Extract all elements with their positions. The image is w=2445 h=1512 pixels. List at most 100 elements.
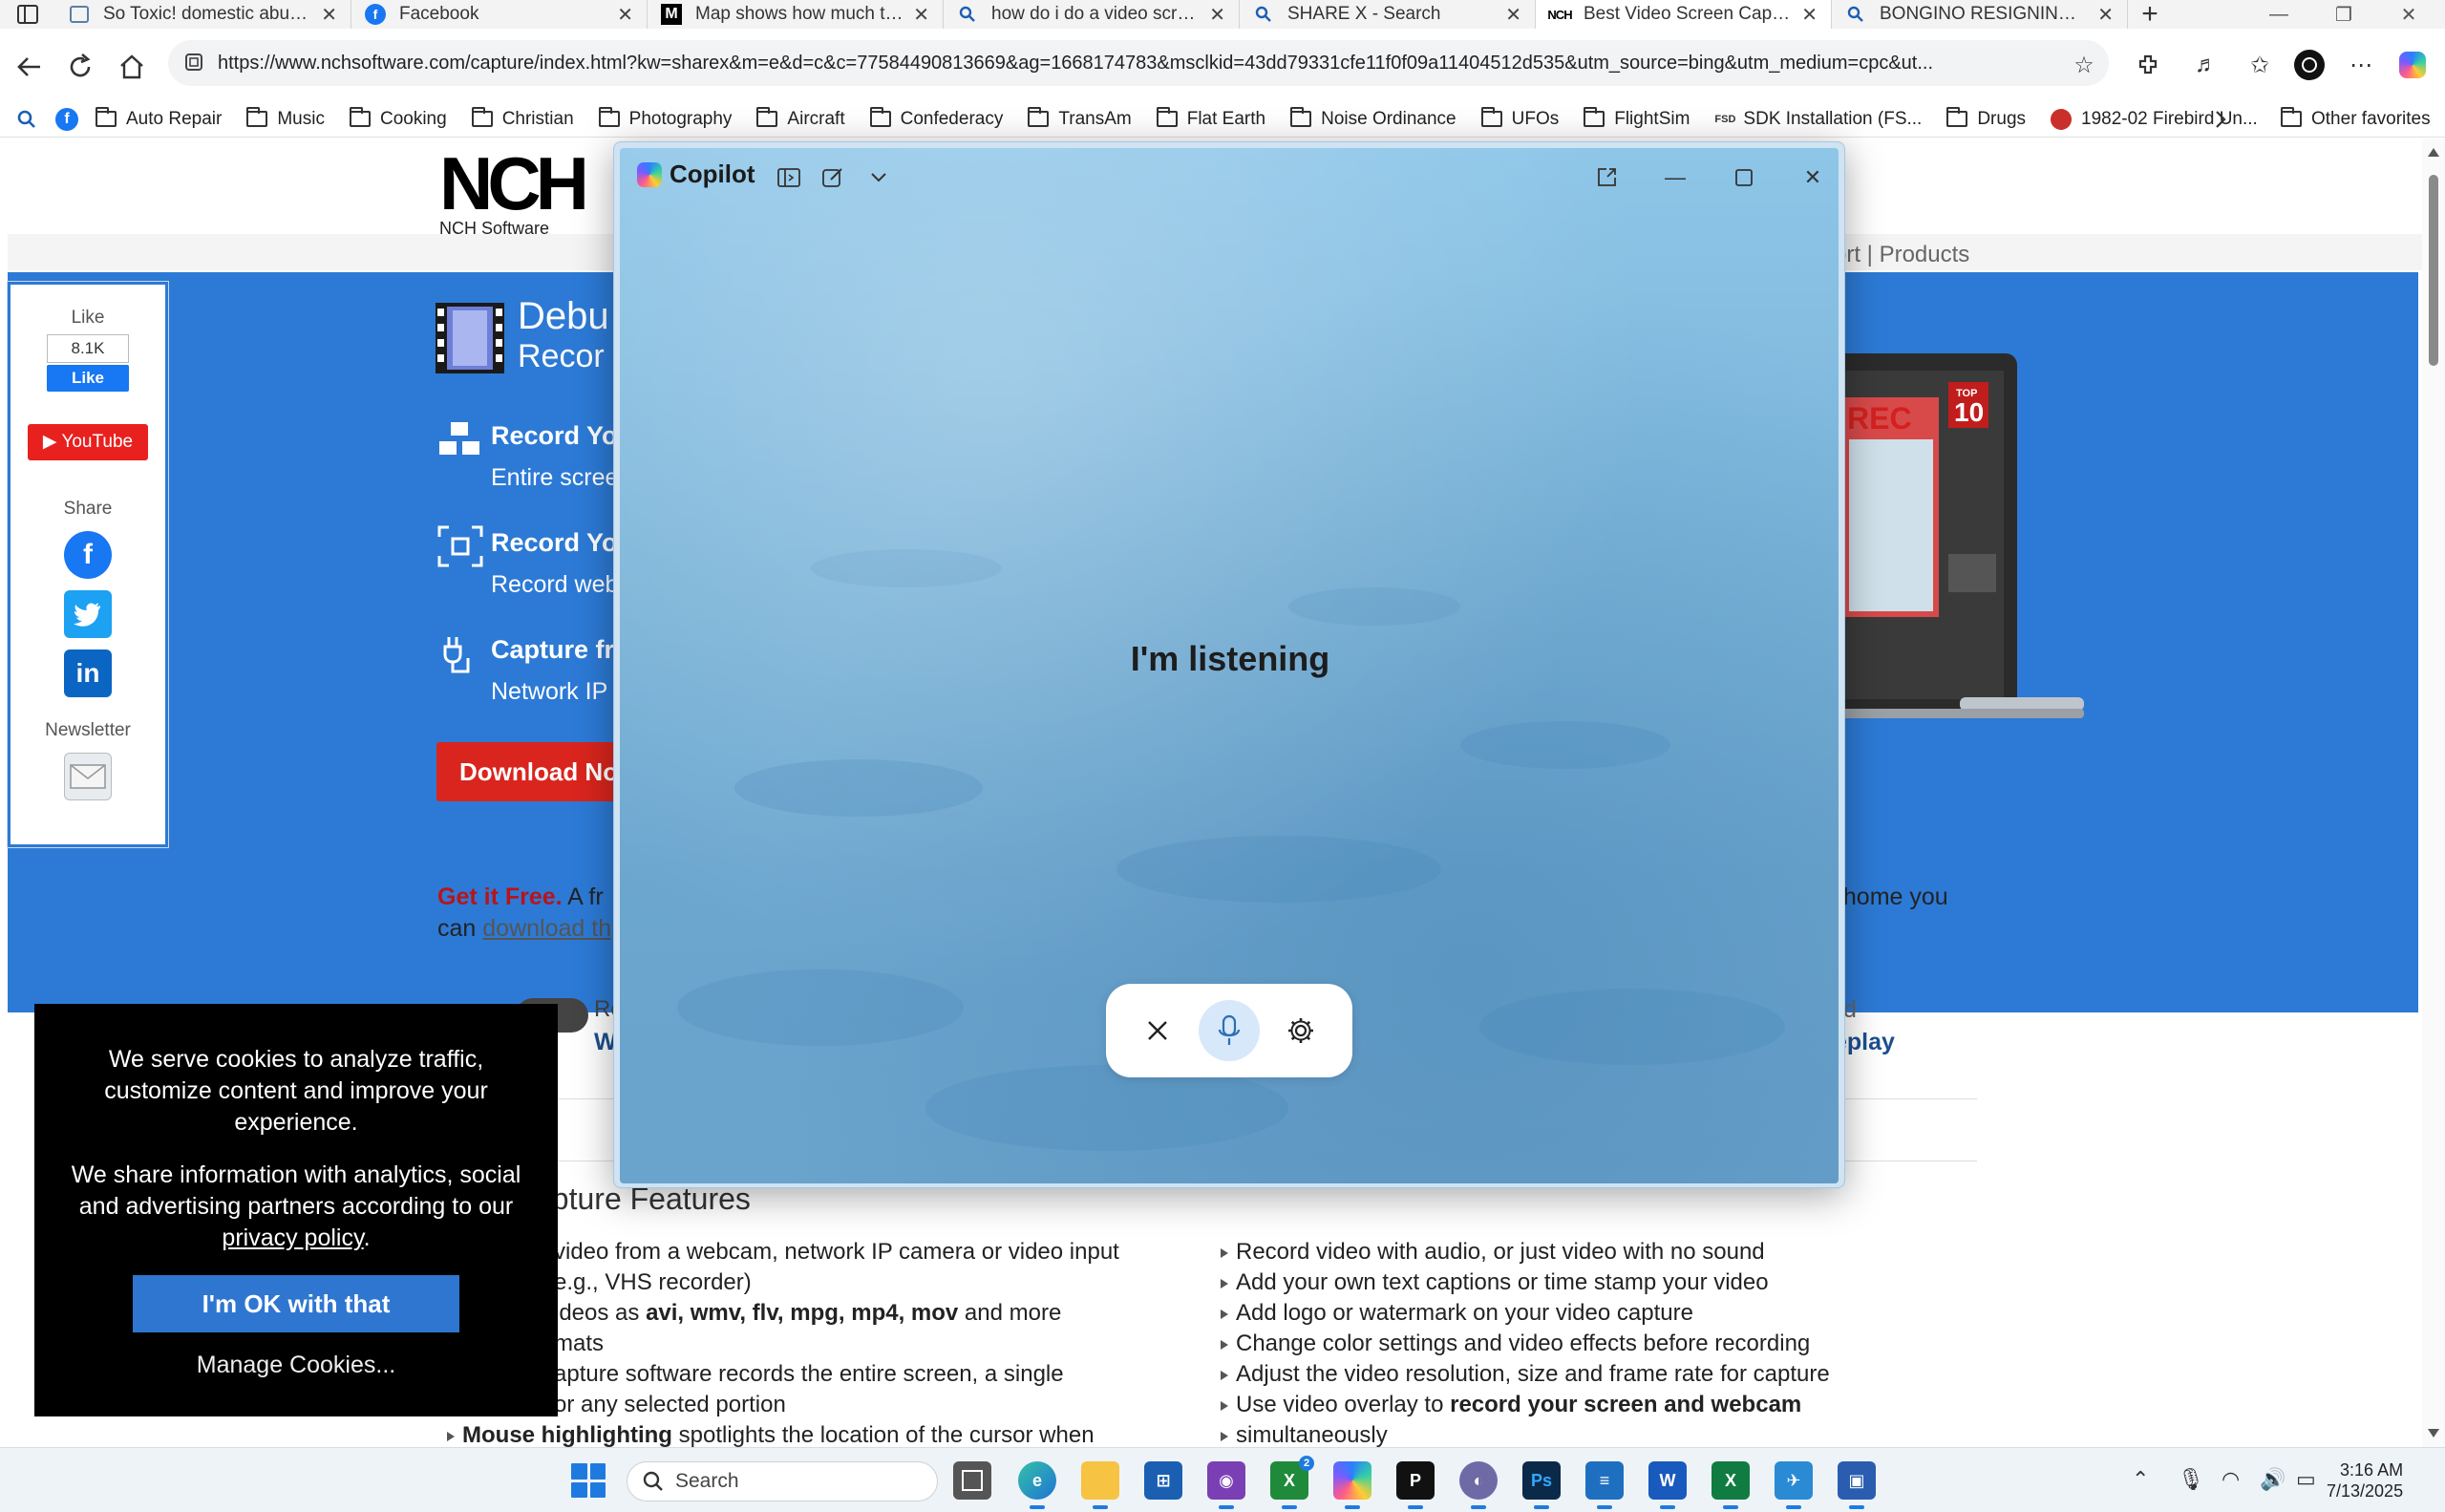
scroll-thumb[interactable] — [2429, 175, 2438, 366]
tab-sharex[interactable]: SHARE X - Search ✕ — [1240, 0, 1536, 29]
excel-icon[interactable]: X — [1712, 1461, 1750, 1509]
close-icon[interactable]: ✕ — [1505, 3, 1521, 27]
chevron-down-icon[interactable] — [864, 163, 893, 192]
privacy-policy-link[interactable]: privacy policy — [222, 1225, 363, 1251]
pop-out-icon[interactable] — [1592, 163, 1621, 192]
nch-logo[interactable]: NCH NCH Software — [439, 146, 589, 240]
manage-cookies-link[interactable]: Manage Cookies... — [57, 1350, 535, 1381]
facebook-favorite[interactable]: f — [55, 107, 78, 131]
more-favorites-chevron-icon[interactable] — [2214, 109, 2227, 130]
microphone-button[interactable] — [1198, 1000, 1260, 1061]
favorite-folder[interactable]: Music — [246, 107, 325, 130]
favorite-folder[interactable]: TransAm — [1028, 107, 1132, 130]
system-clock[interactable]: 3:16 AM 7/13/2025 — [2327, 1459, 2403, 1501]
copilot-icon[interactable] — [2395, 48, 2430, 82]
task-view-icon[interactable] — [953, 1461, 991, 1500]
list-item: Record video with audio, or just video w… — [1221, 1237, 1830, 1267]
top-nav-fragment[interactable]: ort | Products — [1834, 242, 1969, 268]
app-icon[interactable]: ✈ — [1775, 1461, 1813, 1509]
favorite-folder[interactable]: FlightSim — [1584, 107, 1690, 130]
favorite-folder[interactable]: Christian — [471, 107, 574, 130]
start-windows-icon[interactable] — [571, 1463, 606, 1498]
tab-video-screen[interactable]: how do i do a video screen ✕ — [944, 0, 1240, 29]
url-field[interactable]: https://www.nchsoftware.com/capture/inde… — [168, 40, 2109, 86]
more-options-icon[interactable]: ⋯ — [2344, 48, 2378, 82]
voice-settings-button[interactable] — [1270, 1000, 1331, 1061]
store-icon[interactable]: ⊞ — [1144, 1461, 1182, 1500]
scroll-up-arrow-icon[interactable] — [2428, 148, 2439, 157]
stop-voice-button[interactable] — [1127, 1000, 1188, 1061]
xbox-icon[interactable]: X2 — [1270, 1456, 1314, 1509]
tab-bongino[interactable]: BONGINO RESIGNING - Se ✕ — [1832, 0, 2128, 29]
copilot-taskbar-icon[interactable] — [1333, 1461, 1371, 1509]
tab-map[interactable]: M Map shows how much territ ✕ — [648, 0, 944, 29]
word-icon[interactable]: W — [1648, 1461, 1687, 1509]
maximize-icon[interactable] — [1730, 163, 1758, 192]
battery-icon[interactable]: ▭ — [2296, 1467, 2316, 1492]
minimize-icon[interactable]: — — [1661, 163, 1690, 192]
tab-domestic-abuse[interactable]: So Toxic! domestic abuse and ✕ — [55, 0, 351, 29]
photoshop-icon[interactable]: Ps — [1522, 1461, 1561, 1509]
favorite-folder[interactable]: Photography — [598, 107, 732, 130]
site-info-icon[interactable] — [183, 52, 204, 73]
linkedin-share-icon[interactable]: in — [64, 650, 112, 697]
favorite-folder[interactable]: Auto Repair — [96, 107, 222, 130]
favorite-folder[interactable]: Cooking — [349, 107, 447, 130]
favorite-folder[interactable]: Flat Earth — [1156, 107, 1265, 130]
favorite-star-icon[interactable]: ☆ — [2067, 48, 2101, 82]
favorite-folder[interactable]: UFOs — [1480, 107, 1559, 130]
other-favorites[interactable]: Other favorites — [2281, 107, 2431, 130]
favorite-folder[interactable]: Aircraft — [756, 107, 845, 130]
close-icon[interactable]: ✕ — [1209, 3, 1225, 27]
media-app-icon[interactable]: ◉ — [1207, 1461, 1245, 1509]
download-link[interactable]: download th — [482, 915, 611, 942]
refresh-button[interactable] — [55, 42, 105, 92]
minimize-button[interactable]: — — [2246, 0, 2311, 29]
close-icon[interactable]: ✕ — [617, 3, 633, 27]
new-tab-button[interactable]: + — [2128, 0, 2172, 30]
notepad-icon[interactable]: ≡ — [1585, 1461, 1624, 1509]
chevron-up-icon[interactable]: ⌃ — [2132, 1467, 2149, 1492]
browser-app-icon[interactable]: ◐ — [1459, 1461, 1498, 1509]
wifi-icon[interactable]: ◠ — [2222, 1467, 2240, 1492]
close-window-button[interactable]: ✕ — [2376, 0, 2441, 29]
download-now-button[interactable]: Download No — [436, 742, 627, 801]
volume-icon[interactable]: 🔊 — [2260, 1467, 2286, 1492]
read-aloud-icon[interactable]: ♬ — [2189, 48, 2223, 82]
close-icon[interactable]: ✕ — [2097, 3, 2114, 27]
tab-nch-capture[interactable]: NCH Best Video Screen Capture ✕ — [1536, 0, 1832, 29]
sidebar-toggle-button[interactable] — [0, 0, 55, 29]
close-icon[interactable]: ✕ — [1798, 163, 1827, 192]
extensions-icon[interactable] — [2132, 48, 2166, 82]
taskbar-search[interactable]: Search — [627, 1461, 938, 1501]
edge-icon[interactable]: e — [1018, 1461, 1056, 1509]
favorite-link[interactable]: FSD SDK Installation (FS... — [1714, 109, 1922, 130]
favorite-folder[interactable]: Noise Ordinance — [1290, 107, 1456, 130]
close-icon[interactable]: ✕ — [1801, 3, 1818, 27]
facebook-share-icon[interactable]: f — [64, 531, 112, 579]
favorite-folder[interactable]: Confederacy — [869, 107, 1003, 130]
sidebar-panel-icon[interactable] — [775, 163, 803, 192]
bing-search-icon[interactable] — [17, 110, 36, 129]
accept-cookies-button[interactable]: I'm OK with that — [133, 1275, 459, 1332]
close-icon[interactable]: ✕ — [321, 3, 337, 27]
twitter-share-icon[interactable] — [64, 590, 112, 638]
file-explorer-icon[interactable] — [1081, 1461, 1119, 1509]
close-icon[interactable]: ✕ — [913, 3, 929, 27]
terminal-app-icon[interactable]: P — [1396, 1461, 1435, 1509]
email-newsletter-icon[interactable] — [64, 753, 112, 800]
facebook-like-button[interactable]: Like — [47, 365, 129, 392]
scroll-down-arrow-icon[interactable] — [2428, 1429, 2439, 1437]
back-button[interactable] — [4, 42, 53, 92]
new-chat-icon[interactable] — [819, 163, 847, 192]
microphone-tray-icon[interactable]: 🎙 — [2178, 1467, 2204, 1492]
profile-avatar[interactable] — [2292, 48, 2327, 82]
home-button[interactable] — [107, 42, 157, 92]
tab-facebook[interactable]: f Facebook ✕ — [351, 0, 648, 29]
favorites-icon[interactable]: ✩ — [2243, 48, 2277, 82]
page-scrollbar[interactable] — [2422, 138, 2445, 1447]
restore-button[interactable]: ❐ — [2311, 0, 2376, 29]
app-icon[interactable]: ▣ — [1838, 1461, 1876, 1509]
favorite-folder[interactable]: Drugs — [1946, 107, 2026, 130]
youtube-button[interactable]: ▶ YouTube — [28, 424, 148, 460]
